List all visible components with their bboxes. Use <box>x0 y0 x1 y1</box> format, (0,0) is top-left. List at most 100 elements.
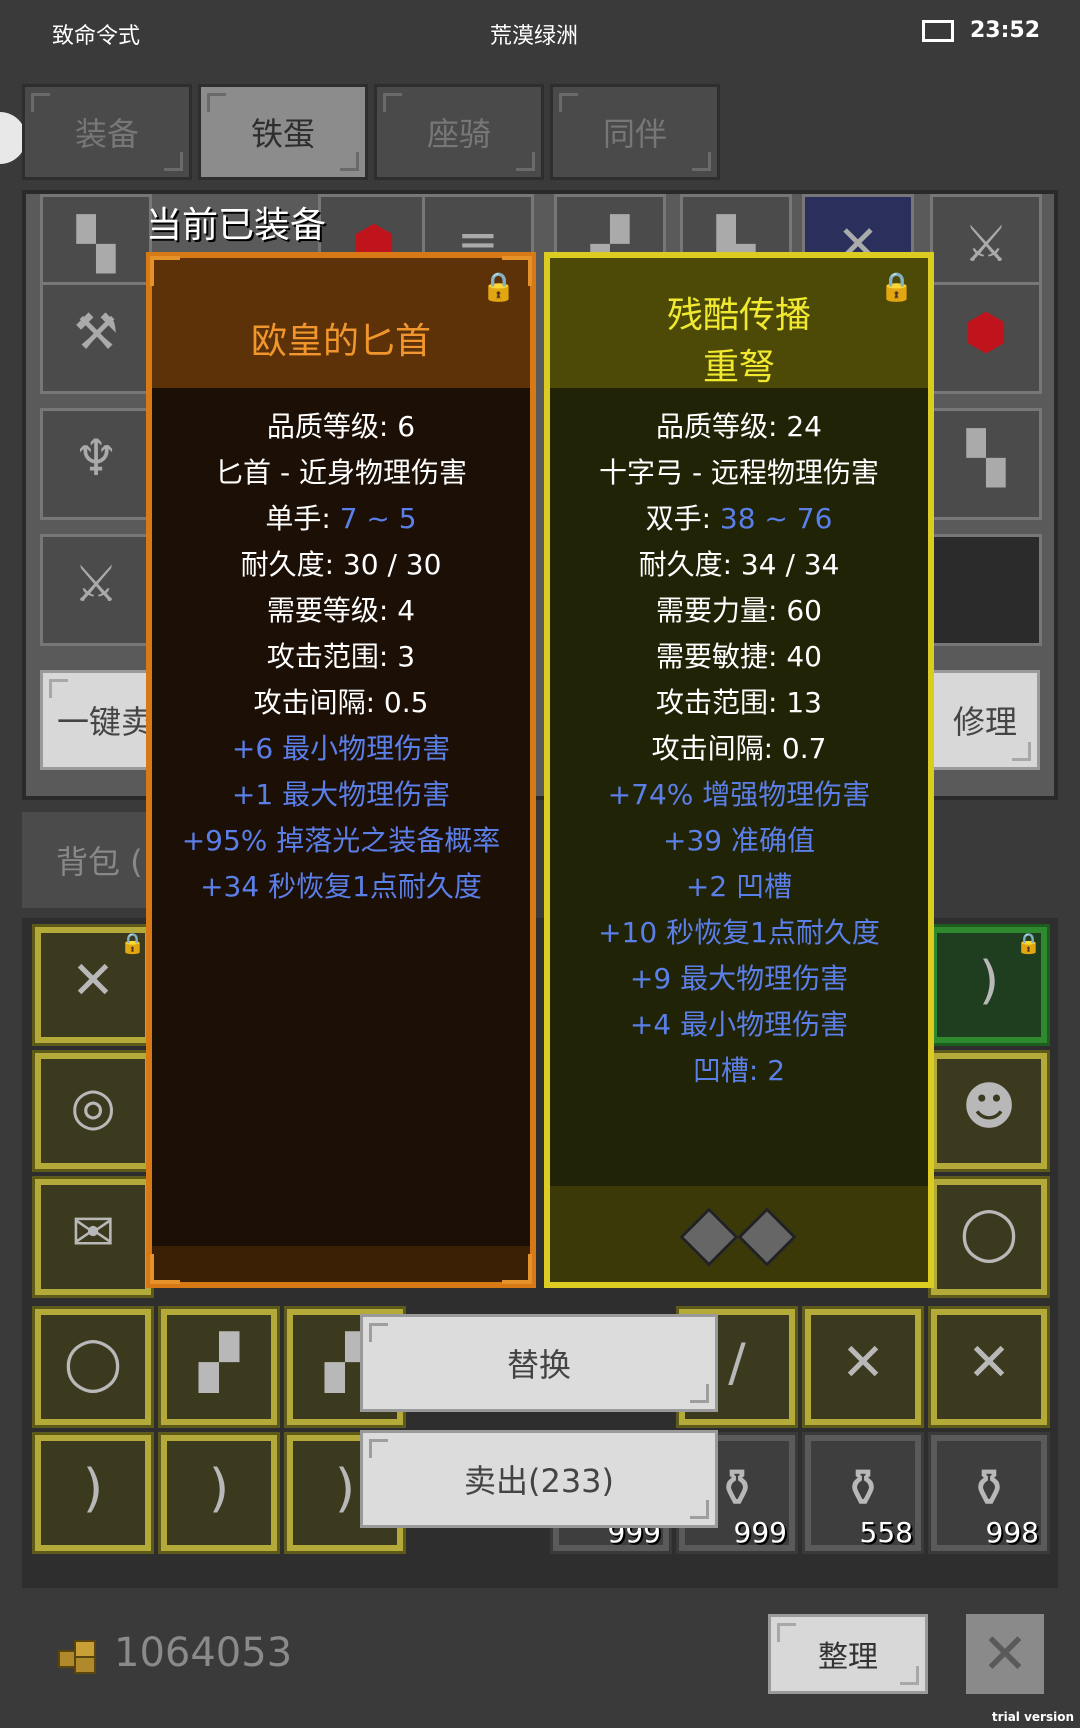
trident-icon: ♆ <box>73 429 119 487</box>
corner-ornament-icon <box>150 1254 180 1284</box>
stat-line: 攻击间隔: 0.5 <box>253 686 429 719</box>
halberd-icon: ⚔ <box>73 555 119 613</box>
stat-line: 需要敏捷: 40 <box>656 640 822 673</box>
ring-icon: ◯ <box>959 1203 1019 1263</box>
bag-slot[interactable]: ✕ 🔒 <box>32 924 154 1046</box>
bag-slot[interactable]: ✉ <box>32 1176 154 1298</box>
sword-icon: ⚔ <box>963 215 1009 273</box>
crossbow-icon: ✕ <box>841 1333 885 1393</box>
repair-button[interactable]: 修理 <box>930 670 1040 770</box>
crossbow-icon: ✕ <box>71 951 115 1011</box>
bonus-line: +74% 增强物理伤害 <box>607 778 871 811</box>
stat-line: 需要等级: 4 <box>266 594 416 627</box>
stat-line: 十字弓 - 远程物理伤害 <box>599 456 879 489</box>
bag-slot[interactable]: ) <box>158 1432 280 1554</box>
item-title: 欧皇的匕首 <box>250 321 431 362</box>
stat-line: 攻击范围: 13 <box>656 686 822 719</box>
lock-icon[interactable]: 🔒 <box>879 270 914 303</box>
bag-slot[interactable]: ◯ <box>928 1176 1050 1298</box>
equip-slot[interactable]: ▚ <box>930 408 1042 520</box>
bag-slot[interactable]: ☻ <box>928 1050 1050 1172</box>
replace-button[interactable]: 替换 <box>360 1314 718 1412</box>
card-header: 残酷传播 重弩 🔒 <box>550 258 928 388</box>
tab-companion[interactable]: 同伴 <box>550 84 720 180</box>
stat-line: 双手: 38 ~ 76 <box>645 502 833 535</box>
potion-icon: ⚱ <box>841 1459 885 1519</box>
item-count: 998 <box>985 1516 1039 1549</box>
stat-line: 匕首 - 近身物理伤害 <box>215 456 467 489</box>
stat-line: 攻击间隔: 0.7 <box>651 732 827 765</box>
sell-button[interactable]: 卖出(233) <box>360 1430 718 1528</box>
bonus-line: +1 最大物理伤害 <box>231 778 451 811</box>
potion-icon: ⚱ <box>967 1459 1011 1519</box>
bonus-line: +95% 掉落光之装备概率 <box>181 824 501 857</box>
gauntlet-icon: ▞ <box>199 1333 239 1393</box>
bow-icon: ) <box>82 1459 104 1519</box>
stat-line: 攻击范围: 3 <box>266 640 416 673</box>
equip-slot-empty[interactable] <box>930 534 1042 646</box>
card-footer <box>550 1186 928 1282</box>
bag-slot[interactable]: ✕ <box>928 1306 1050 1428</box>
stat-line: 需要力量: 60 <box>656 594 822 627</box>
corner-ornament-icon <box>150 256 180 286</box>
close-button[interactable]: ✕ <box>966 1614 1044 1694</box>
amulet-icon: ◎ <box>70 1077 116 1137</box>
status-center-text: 荒漠绿洲 <box>490 24 579 49</box>
tab-equipment[interactable]: 装备 <box>22 84 192 180</box>
equip-slot[interactable]: ⚒ <box>40 282 152 394</box>
tab-iron-egg[interactable]: 铁蛋 <box>198 84 368 180</box>
card-header: 欧皇的匕首 🔒 <box>152 258 530 388</box>
bonus-line: +10 秒恢复1点耐久度 <box>598 916 880 949</box>
trial-watermark: trial version <box>991 1710 1074 1724</box>
equip-slot[interactable]: ♆ <box>40 408 152 520</box>
sort-button[interactable]: 整理 <box>768 1614 928 1694</box>
bonus-line: +6 最小物理伤害 <box>231 732 451 765</box>
equip-slot[interactable]: ⚔ <box>40 534 152 646</box>
status-time: 23:52 <box>970 18 1041 43</box>
bag-slot[interactable]: ◯ <box>32 1306 154 1428</box>
stat-line: 单手: 7 ~ 5 <box>265 502 417 535</box>
item-stats: 品质等级: 6 匕首 - 近身物理伤害 单手: 7 ~ 5 耐久度: 30 / … <box>152 404 530 910</box>
item-count: 558 <box>859 1516 913 1549</box>
bonus-line: +2 凹槽 <box>685 870 793 903</box>
scroll-icon: ✉ <box>71 1203 115 1263</box>
bonus-line: 凹槽: 2 <box>692 1054 786 1087</box>
bonus-line: +34 秒恢复1点耐久度 <box>200 870 482 903</box>
item-type: 重弩 <box>702 347 775 388</box>
bow-icon: ) <box>208 1459 230 1519</box>
corner-ornament-icon <box>502 1254 532 1284</box>
lock-icon: 🔒 <box>120 931 145 955</box>
bag-slot[interactable]: ⚱ 558 <box>802 1432 924 1554</box>
gold-amount: 1064053 <box>114 1630 293 1676</box>
bag-slot[interactable]: ⚱ 998 <box>928 1432 1050 1554</box>
stat-line: 耐久度: 30 / 30 <box>240 548 442 581</box>
axe-icon: ⚒ <box>73 303 119 361</box>
leg-armor-icon: ▚ <box>966 429 1006 487</box>
item-stats: 品质等级: 24 十字弓 - 远程物理伤害 双手: 38 ~ 76 耐久度: 3… <box>550 404 928 1094</box>
cat-mask-icon: ☻ <box>961 1077 1017 1137</box>
bag-slot[interactable]: ) 🔒 <box>928 924 1050 1046</box>
battery-icon <box>922 20 954 42</box>
stat-line: 品质等级: 24 <box>656 410 822 443</box>
tab-mount[interactable]: 座骑 <box>374 84 544 180</box>
bow-icon: ) <box>978 951 1000 1011</box>
bag-slot[interactable]: ◎ <box>32 1050 154 1172</box>
ring-icon: ◯ <box>63 1333 123 1393</box>
bag-slot[interactable]: ✕ <box>802 1306 924 1428</box>
red-shield-icon: ⬢ <box>964 303 1008 361</box>
socket-icon <box>737 1207 797 1267</box>
compared-item-card: 残酷传播 重弩 🔒 品质等级: 24 十字弓 - 远程物理伤害 双手: 38 ~… <box>544 252 934 1288</box>
item-count: 999 <box>733 1516 787 1549</box>
bag-slot[interactable]: ▞ <box>158 1306 280 1428</box>
item-title: 残酷传播 <box>666 295 811 336</box>
bonus-line: +9 最大物理伤害 <box>629 962 849 995</box>
crossbow-icon: ✕ <box>967 1333 1011 1393</box>
socket-icon <box>679 1207 739 1267</box>
equip-slot[interactable]: ⬢ <box>930 282 1042 394</box>
corner-ornament-icon <box>502 256 532 286</box>
currently-equipped-label: 当前已装备 <box>146 205 327 246</box>
bag-slot[interactable]: ) <box>32 1432 154 1554</box>
card-footer <box>152 1246 530 1282</box>
close-icon: ✕ <box>981 1621 1029 1687</box>
armor-icon: ▚ <box>76 215 116 273</box>
